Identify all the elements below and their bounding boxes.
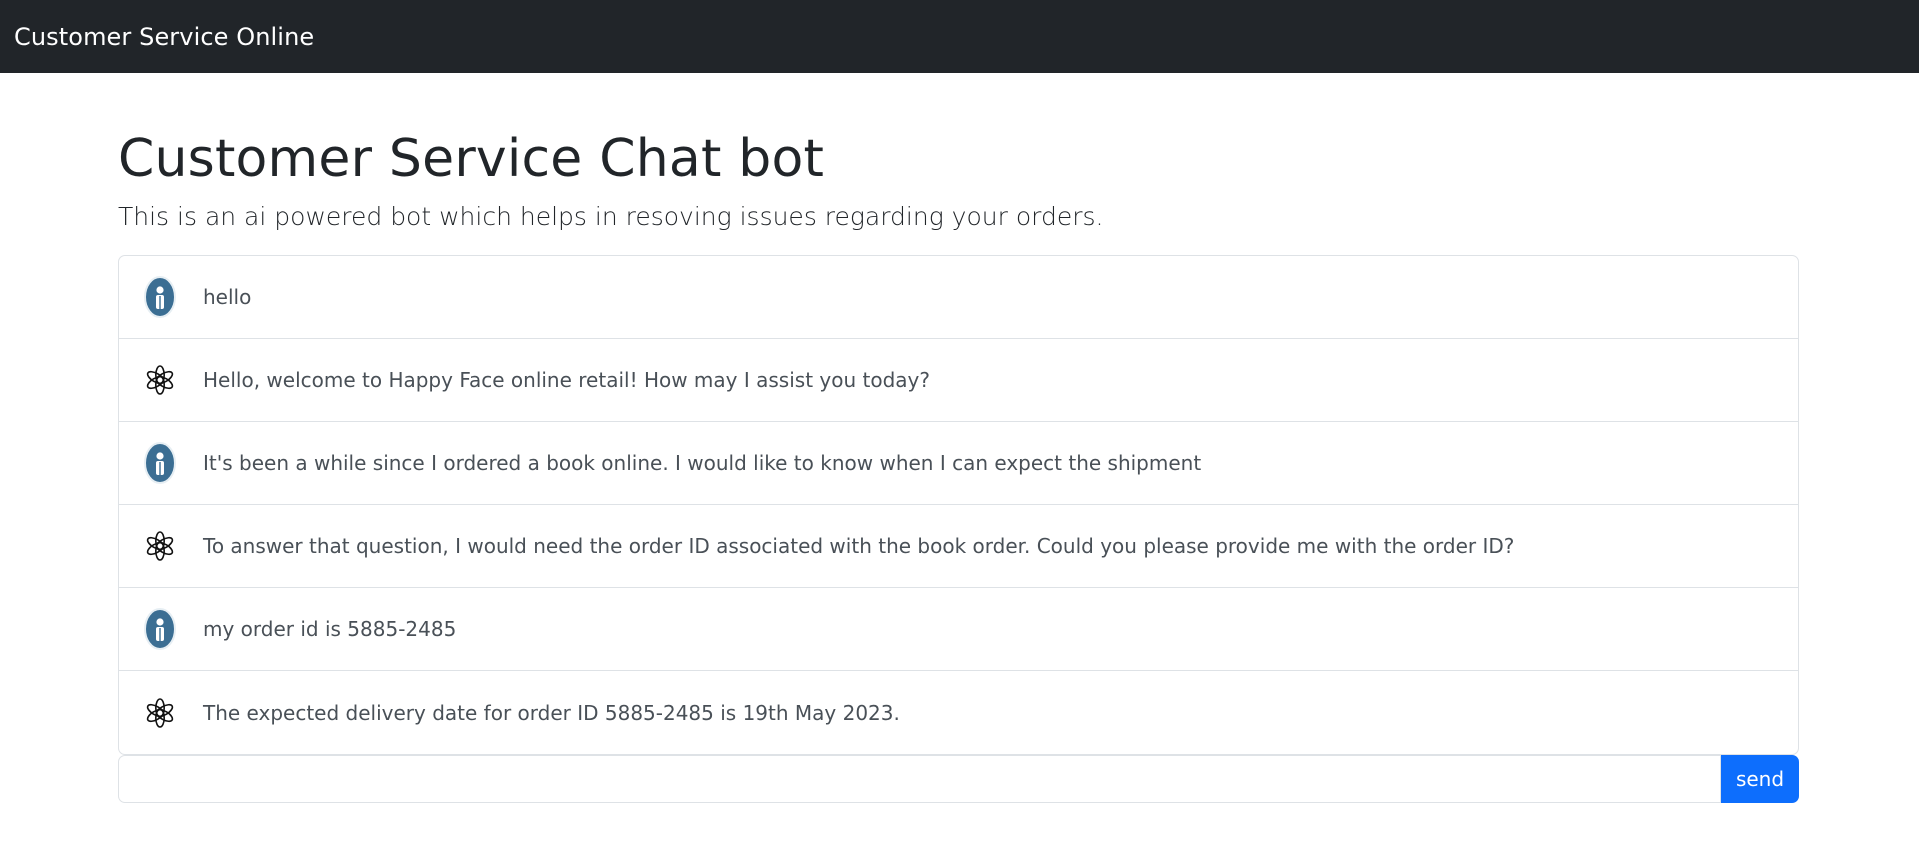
chat-message-bot: To answer that question, I would need th… — [119, 505, 1798, 589]
openai-logo-icon — [143, 359, 177, 401]
message-input[interactable] — [118, 755, 1721, 804]
send-button[interactable]: send — [1721, 755, 1799, 804]
chat-message-text: hello — [203, 285, 252, 310]
top-navbar: Customer Service Online — [0, 0, 1919, 73]
chat-message-text: my order id is 5885-2485 — [203, 617, 457, 642]
chat-message-list: hello Hello, welcome to Happy Face onlin… — [118, 255, 1799, 756]
chat-message-user: It's been a while since I ordered a book… — [119, 422, 1798, 506]
chat-message-bot: Hello, welcome to Happy Face online reta… — [119, 339, 1798, 423]
chat-message-text: Hello, welcome to Happy Face online reta… — [203, 368, 930, 393]
chat-message-user: my order id is 5885-2485 — [119, 588, 1798, 672]
navbar-brand[interactable]: Customer Service Online — [14, 23, 314, 51]
user-avatar-icon — [143, 442, 177, 485]
user-avatar-icon — [143, 608, 177, 651]
openai-logo-icon — [143, 525, 177, 567]
chat-message-bot: The expected delivery date for order ID … — [119, 671, 1798, 754]
chat-message-text: The expected delivery date for order ID … — [203, 700, 900, 725]
chat-message-text: To answer that question, I would need th… — [203, 534, 1515, 559]
page-title: Customer Service Chat bot — [118, 129, 825, 189]
message-composer: send — [118, 755, 1799, 804]
chat-message-user: hello — [119, 256, 1798, 340]
main-container: Customer Service Chat bot This is an ai … — [118, 73, 1799, 804]
user-avatar-icon — [143, 276, 177, 319]
page-description: This is an ai powered bot which helps in… — [118, 202, 1104, 232]
openai-logo-icon — [143, 692, 177, 734]
chat-message-text: It's been a while since I ordered a book… — [203, 451, 1202, 476]
